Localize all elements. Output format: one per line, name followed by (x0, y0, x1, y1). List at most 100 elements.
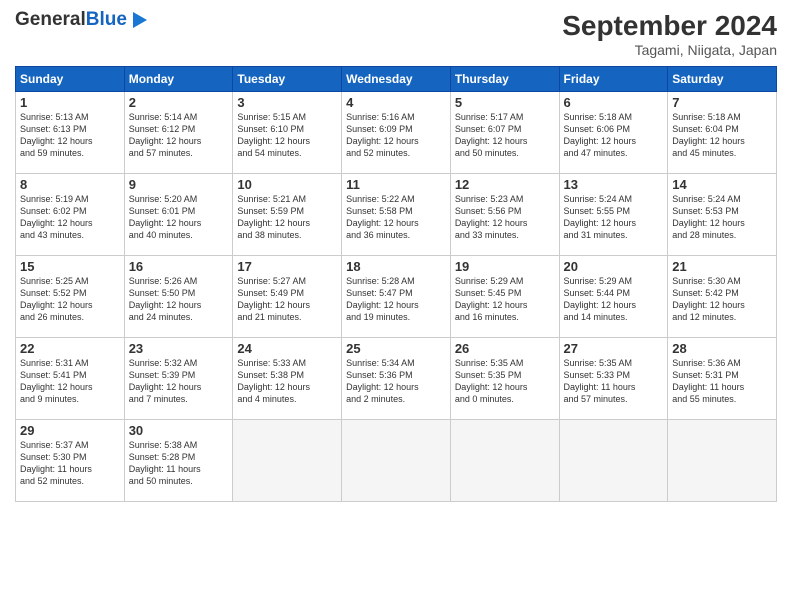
day-info: Sunrise: 5:17 AM Sunset: 6:07 PM Dayligh… (455, 111, 555, 160)
table-row: 28Sunrise: 5:36 AM Sunset: 5:31 PM Dayli… (668, 338, 777, 420)
table-row: 11Sunrise: 5:22 AM Sunset: 5:58 PM Dayli… (342, 174, 451, 256)
table-row: 22Sunrise: 5:31 AM Sunset: 5:41 PM Dayli… (16, 338, 125, 420)
day-info: Sunrise: 5:29 AM Sunset: 5:45 PM Dayligh… (455, 275, 555, 324)
day-number: 14 (672, 177, 772, 192)
col-monday: Monday (124, 67, 233, 92)
day-info: Sunrise: 5:22 AM Sunset: 5:58 PM Dayligh… (346, 193, 446, 242)
day-info: Sunrise: 5:20 AM Sunset: 6:01 PM Dayligh… (129, 193, 229, 242)
day-number: 6 (564, 95, 664, 110)
day-number: 12 (455, 177, 555, 192)
table-row: 16Sunrise: 5:26 AM Sunset: 5:50 PM Dayli… (124, 256, 233, 338)
day-number: 9 (129, 177, 229, 192)
calendar-week-row: 8Sunrise: 5:19 AM Sunset: 6:02 PM Daylig… (16, 174, 777, 256)
table-row: 3Sunrise: 5:15 AM Sunset: 6:10 PM Daylig… (233, 92, 342, 174)
calendar-container: GeneralBlue September 2024 Tagami, Niiga… (0, 0, 792, 512)
col-thursday: Thursday (450, 67, 559, 92)
day-info: Sunrise: 5:36 AM Sunset: 5:31 PM Dayligh… (672, 357, 772, 406)
table-row: 6Sunrise: 5:18 AM Sunset: 6:06 PM Daylig… (559, 92, 668, 174)
table-row: 13Sunrise: 5:24 AM Sunset: 5:55 PM Dayli… (559, 174, 668, 256)
day-number: 25 (346, 341, 446, 356)
day-info: Sunrise: 5:23 AM Sunset: 5:56 PM Dayligh… (455, 193, 555, 242)
day-info: Sunrise: 5:34 AM Sunset: 5:36 PM Dayligh… (346, 357, 446, 406)
day-info: Sunrise: 5:15 AM Sunset: 6:10 PM Dayligh… (237, 111, 337, 160)
table-row: 25Sunrise: 5:34 AM Sunset: 5:36 PM Dayli… (342, 338, 451, 420)
day-info: Sunrise: 5:24 AM Sunset: 5:55 PM Dayligh… (564, 193, 664, 242)
day-number: 18 (346, 259, 446, 274)
day-number: 17 (237, 259, 337, 274)
day-number: 4 (346, 95, 446, 110)
day-info: Sunrise: 5:16 AM Sunset: 6:09 PM Dayligh… (346, 111, 446, 160)
logo: GeneralBlue (15, 10, 147, 31)
day-number: 27 (564, 341, 664, 356)
day-info: Sunrise: 5:28 AM Sunset: 5:47 PM Dayligh… (346, 275, 446, 324)
day-info: Sunrise: 5:33 AM Sunset: 5:38 PM Dayligh… (237, 357, 337, 406)
logo-blue-text: Blue (86, 9, 127, 30)
table-row: 30Sunrise: 5:38 AM Sunset: 5:28 PM Dayli… (124, 420, 233, 502)
day-number: 16 (129, 259, 229, 274)
location: Tagami, Niigata, Japan (562, 42, 777, 58)
col-sunday: Sunday (16, 67, 125, 92)
day-info: Sunrise: 5:13 AM Sunset: 6:13 PM Dayligh… (20, 111, 120, 160)
table-row (342, 420, 451, 502)
month-title: September 2024 (562, 10, 777, 42)
day-info: Sunrise: 5:29 AM Sunset: 5:44 PM Dayligh… (564, 275, 664, 324)
table-row: 12Sunrise: 5:23 AM Sunset: 5:56 PM Dayli… (450, 174, 559, 256)
day-number: 22 (20, 341, 120, 356)
day-info: Sunrise: 5:25 AM Sunset: 5:52 PM Dayligh… (20, 275, 120, 324)
day-number: 28 (672, 341, 772, 356)
day-info: Sunrise: 5:21 AM Sunset: 5:59 PM Dayligh… (237, 193, 337, 242)
title-section: September 2024 Tagami, Niigata, Japan (562, 10, 777, 58)
table-row: 15Sunrise: 5:25 AM Sunset: 5:52 PM Dayli… (16, 256, 125, 338)
table-row: 14Sunrise: 5:24 AM Sunset: 5:53 PM Dayli… (668, 174, 777, 256)
table-row: 29Sunrise: 5:37 AM Sunset: 5:30 PM Dayli… (16, 420, 125, 502)
day-info: Sunrise: 5:35 AM Sunset: 5:33 PM Dayligh… (564, 357, 664, 406)
col-saturday: Saturday (668, 67, 777, 92)
table-row: 17Sunrise: 5:27 AM Sunset: 5:49 PM Dayli… (233, 256, 342, 338)
day-info: Sunrise: 5:27 AM Sunset: 5:49 PM Dayligh… (237, 275, 337, 324)
day-info: Sunrise: 5:31 AM Sunset: 5:41 PM Dayligh… (20, 357, 120, 406)
table-row: 19Sunrise: 5:29 AM Sunset: 5:45 PM Dayli… (450, 256, 559, 338)
day-number: 13 (564, 177, 664, 192)
table-row: 4Sunrise: 5:16 AM Sunset: 6:09 PM Daylig… (342, 92, 451, 174)
col-tuesday: Tuesday (233, 67, 342, 92)
day-number: 15 (20, 259, 120, 274)
table-row: 23Sunrise: 5:32 AM Sunset: 5:39 PM Dayli… (124, 338, 233, 420)
table-row (233, 420, 342, 502)
calendar-week-row: 22Sunrise: 5:31 AM Sunset: 5:41 PM Dayli… (16, 338, 777, 420)
day-number: 20 (564, 259, 664, 274)
day-number: 26 (455, 341, 555, 356)
table-row: 7Sunrise: 5:18 AM Sunset: 6:04 PM Daylig… (668, 92, 777, 174)
calendar-week-row: 1Sunrise: 5:13 AM Sunset: 6:13 PM Daylig… (16, 92, 777, 174)
table-row: 9Sunrise: 5:20 AM Sunset: 6:01 PM Daylig… (124, 174, 233, 256)
calendar-week-row: 15Sunrise: 5:25 AM Sunset: 5:52 PM Dayli… (16, 256, 777, 338)
col-wednesday: Wednesday (342, 67, 451, 92)
day-info: Sunrise: 5:19 AM Sunset: 6:02 PM Dayligh… (20, 193, 120, 242)
day-number: 21 (672, 259, 772, 274)
day-number: 7 (672, 95, 772, 110)
table-row (559, 420, 668, 502)
day-number: 1 (20, 95, 120, 110)
logo-general: General (15, 9, 86, 30)
calendar-header: GeneralBlue September 2024 Tagami, Niiga… (15, 10, 777, 58)
calendar-table: Sunday Monday Tuesday Wednesday Thursday… (15, 66, 777, 502)
day-info: Sunrise: 5:30 AM Sunset: 5:42 PM Dayligh… (672, 275, 772, 324)
day-info: Sunrise: 5:18 AM Sunset: 6:06 PM Dayligh… (564, 111, 664, 160)
logo-arrow-icon (133, 12, 147, 28)
table-row: 18Sunrise: 5:28 AM Sunset: 5:47 PM Dayli… (342, 256, 451, 338)
col-friday: Friday (559, 67, 668, 92)
table-row: 26Sunrise: 5:35 AM Sunset: 5:35 PM Dayli… (450, 338, 559, 420)
day-info: Sunrise: 5:38 AM Sunset: 5:28 PM Dayligh… (129, 439, 229, 488)
table-row: 21Sunrise: 5:30 AM Sunset: 5:42 PM Dayli… (668, 256, 777, 338)
table-row: 20Sunrise: 5:29 AM Sunset: 5:44 PM Dayli… (559, 256, 668, 338)
table-row: 2Sunrise: 5:14 AM Sunset: 6:12 PM Daylig… (124, 92, 233, 174)
table-row: 1Sunrise: 5:13 AM Sunset: 6:13 PM Daylig… (16, 92, 125, 174)
day-number: 3 (237, 95, 337, 110)
table-row: 24Sunrise: 5:33 AM Sunset: 5:38 PM Dayli… (233, 338, 342, 420)
day-number: 10 (237, 177, 337, 192)
day-number: 11 (346, 177, 446, 192)
day-number: 24 (237, 341, 337, 356)
day-number: 30 (129, 423, 229, 438)
day-number: 29 (20, 423, 120, 438)
day-number: 8 (20, 177, 120, 192)
table-row (668, 420, 777, 502)
